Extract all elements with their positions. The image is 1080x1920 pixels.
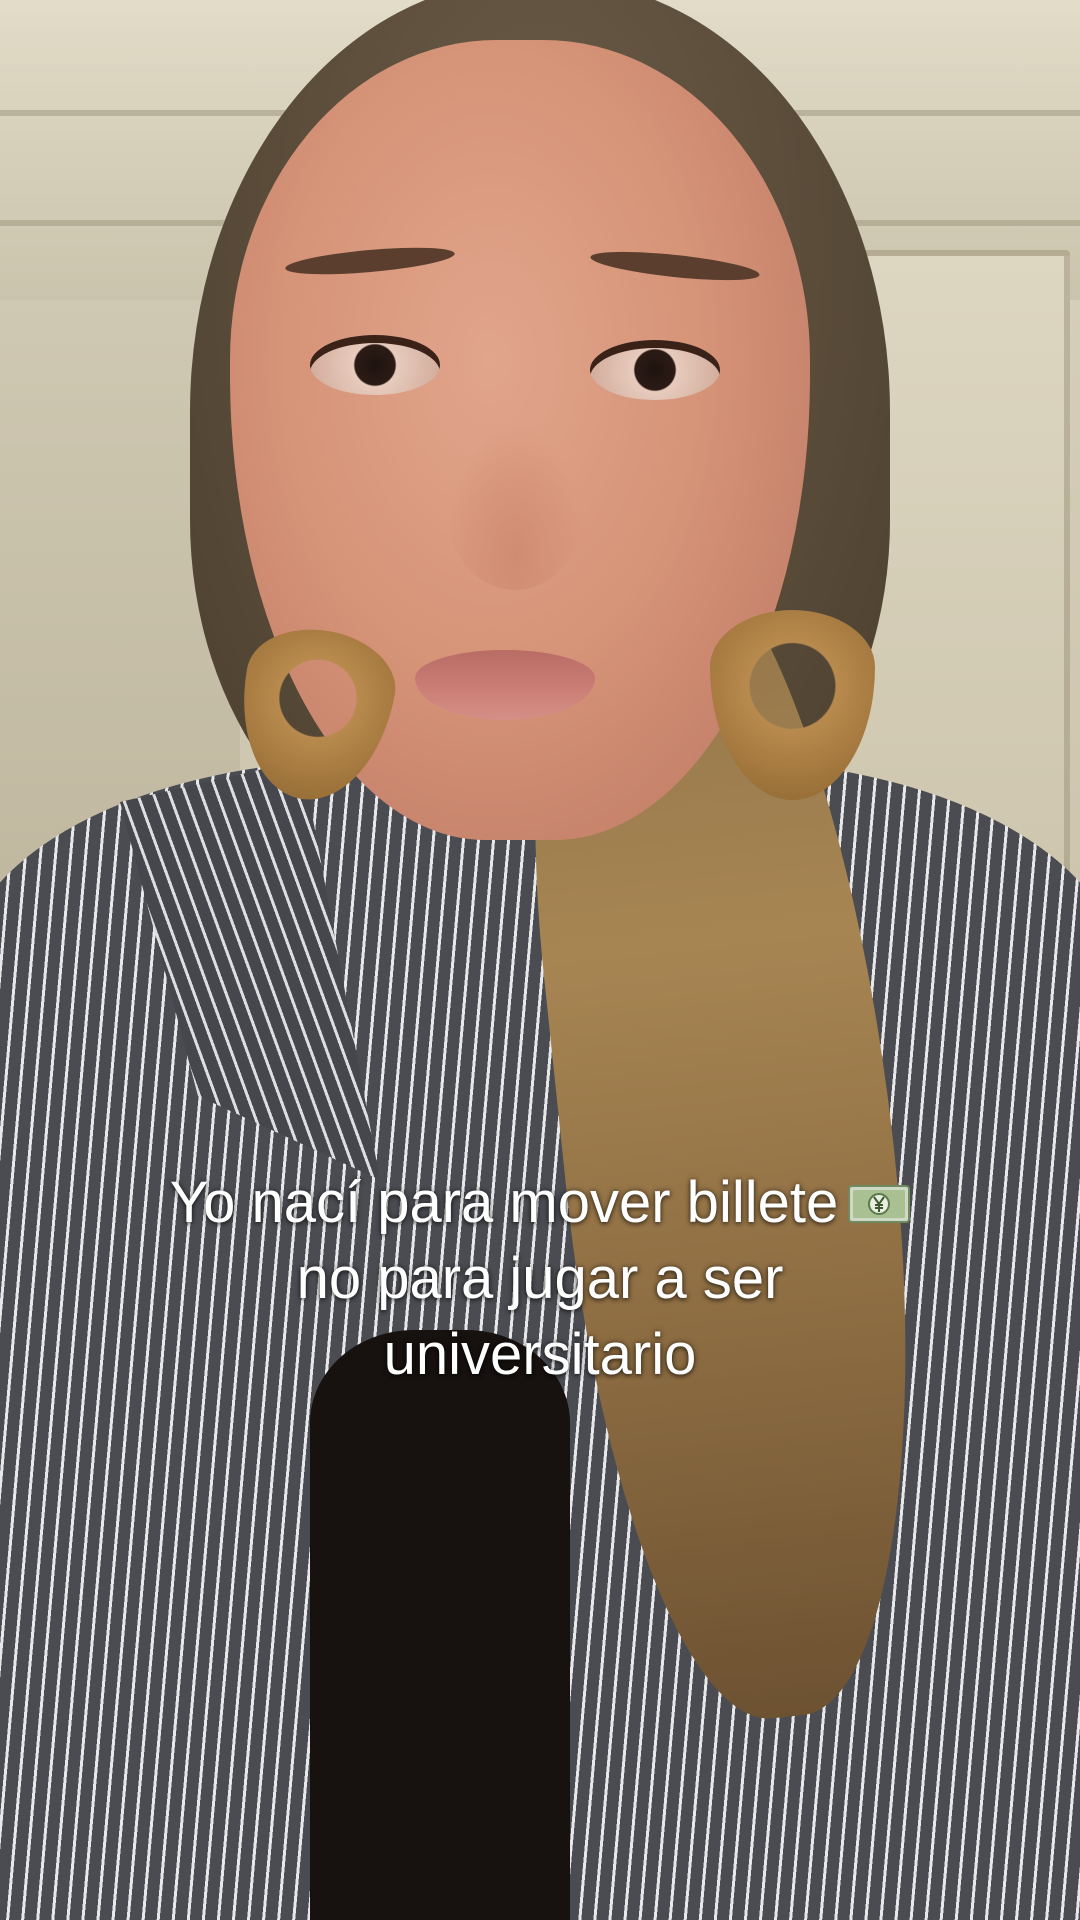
- money-with-yen-icon: [848, 1169, 911, 1223]
- eye-right: [590, 340, 720, 400]
- nose: [445, 420, 585, 590]
- caption-line-2: no para jugar a ser: [296, 1246, 784, 1311]
- caption-line-1-text: Yo nací para mover billete: [169, 1170, 839, 1235]
- caption-line-1: Yo nací para mover billete: [40, 1165, 1040, 1241]
- caption-line-3: universitario: [383, 1322, 697, 1387]
- video-caption: Yo nací para mover billete no para jugar…: [40, 1165, 1040, 1393]
- black-undershirt: [310, 1330, 570, 1920]
- video-frame: Yo nací para mover billete no para jugar…: [0, 0, 1080, 1920]
- eye-left: [310, 335, 440, 395]
